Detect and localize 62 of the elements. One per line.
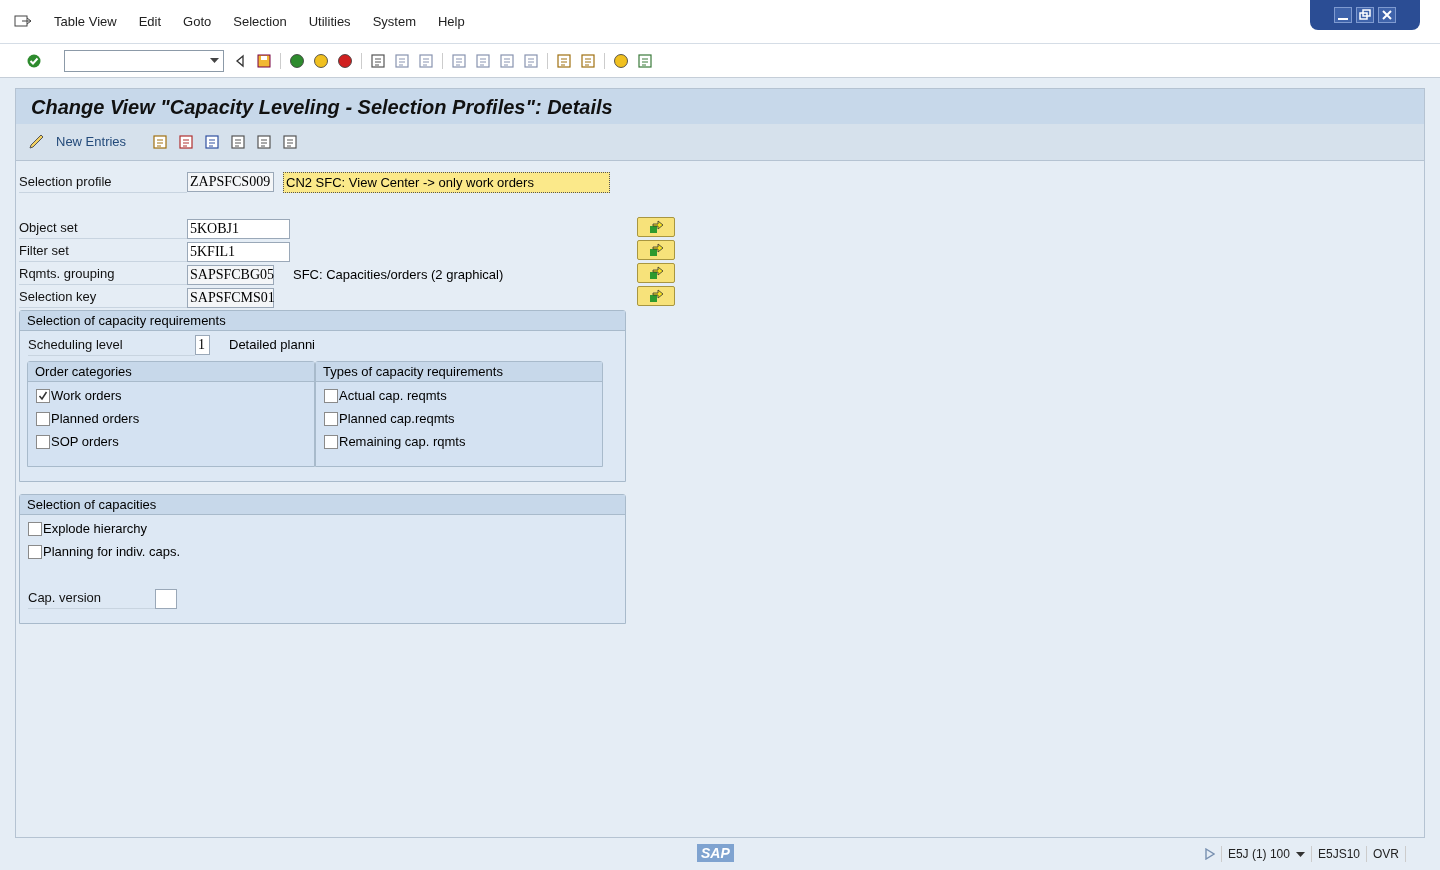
menu-item[interactable]: Utilities [308,11,351,32]
menu-item[interactable]: Help [437,11,465,32]
server-name: E5JS10 [1317,846,1360,863]
system-info[interactable]: E5J (1) 100 [1227,845,1290,863]
checkbox-label: Remaining cap. rqmts [339,433,466,452]
arrow-icon [648,289,664,303]
input-field[interactable]: ZAPSFCS009 [187,172,274,192]
input-field[interactable] [155,588,177,609]
dropdown-caret-icon[interactable] [1295,851,1305,857]
checkbox[interactable] [28,522,42,536]
group-title: Types of capacity requirements [316,362,602,382]
checkbox[interactable] [28,545,42,559]
group-title: Selection of capacity requirements [20,311,625,331]
sap-logo: SAP [697,844,734,862]
checkbox[interactable] [36,435,50,449]
dropdown-caret-icon[interactable] [210,58,219,63]
checkbox-label: Planning for indiv. caps. [43,543,181,562]
menu-item[interactable]: Goto [183,11,212,32]
menu-item[interactable]: Table View [54,11,117,32]
checkbox[interactable] [36,389,50,403]
navigate-button[interactable] [637,263,675,283]
checkbox[interactable] [324,389,338,403]
checkbox-label: SOP orders [51,433,119,452]
checkbox[interactable] [324,412,338,426]
profile-description: CN2 SFC: View Center -> only work orders [283,171,610,193]
group-title: Order categories [28,362,314,382]
checkbox-label: Work orders [51,387,122,406]
arrow-icon [648,220,664,234]
navigate-button[interactable] [637,240,675,260]
expand-icon[interactable] [1204,848,1215,860]
group-title: Selection of capacities [20,495,625,515]
screen-title: Change View "Capacity Leveling - Selection Profiles": Details [31,94,613,120]
menu-item[interactable]: System [372,11,416,32]
pencil-icon [28,134,46,150]
arrow-icon [648,243,664,257]
save-icon[interactable] [256,52,272,69]
command-field[interactable] [64,49,224,72]
input-field[interactable]: SAPSFCBG05 [187,264,274,285]
checkmark-icon [38,391,48,401]
minimize-icon[interactable] [1334,7,1352,23]
restore-icon[interactable] [1356,7,1374,23]
checkbox-label: Planned cap.reqmts [339,410,455,429]
checkbox[interactable] [36,412,50,426]
checkbox-label: Actual cap. reqmts [339,387,447,406]
arrow-icon [648,266,664,280]
menu-item[interactable]: Selection [233,11,287,32]
field-description: SFC: Capacities/orders (2 graphical) [293,265,504,284]
insert-mode: OVR [1373,846,1399,863]
scheduling-text: Detailed planni [229,336,315,355]
navigate-button[interactable] [637,217,675,237]
enter-icon[interactable] [26,52,42,69]
input-field[interactable]: SAPSFCMS01 [187,287,274,308]
navigate-button[interactable] [637,286,675,306]
checkbox-label: Planned orders [51,410,140,429]
input-field[interactable]: 1 [195,335,210,355]
checkbox[interactable] [324,435,338,449]
checkbox-label: Explode hierarchy [43,520,148,539]
input-field[interactable]: 5KOBJ1 [187,218,290,239]
menu-item[interactable]: Edit [138,11,162,32]
new-entries-button[interactable]: New Entries [28,132,127,152]
input-field[interactable]: 5KFIL1 [187,241,290,262]
close-icon[interactable] [1378,7,1396,23]
